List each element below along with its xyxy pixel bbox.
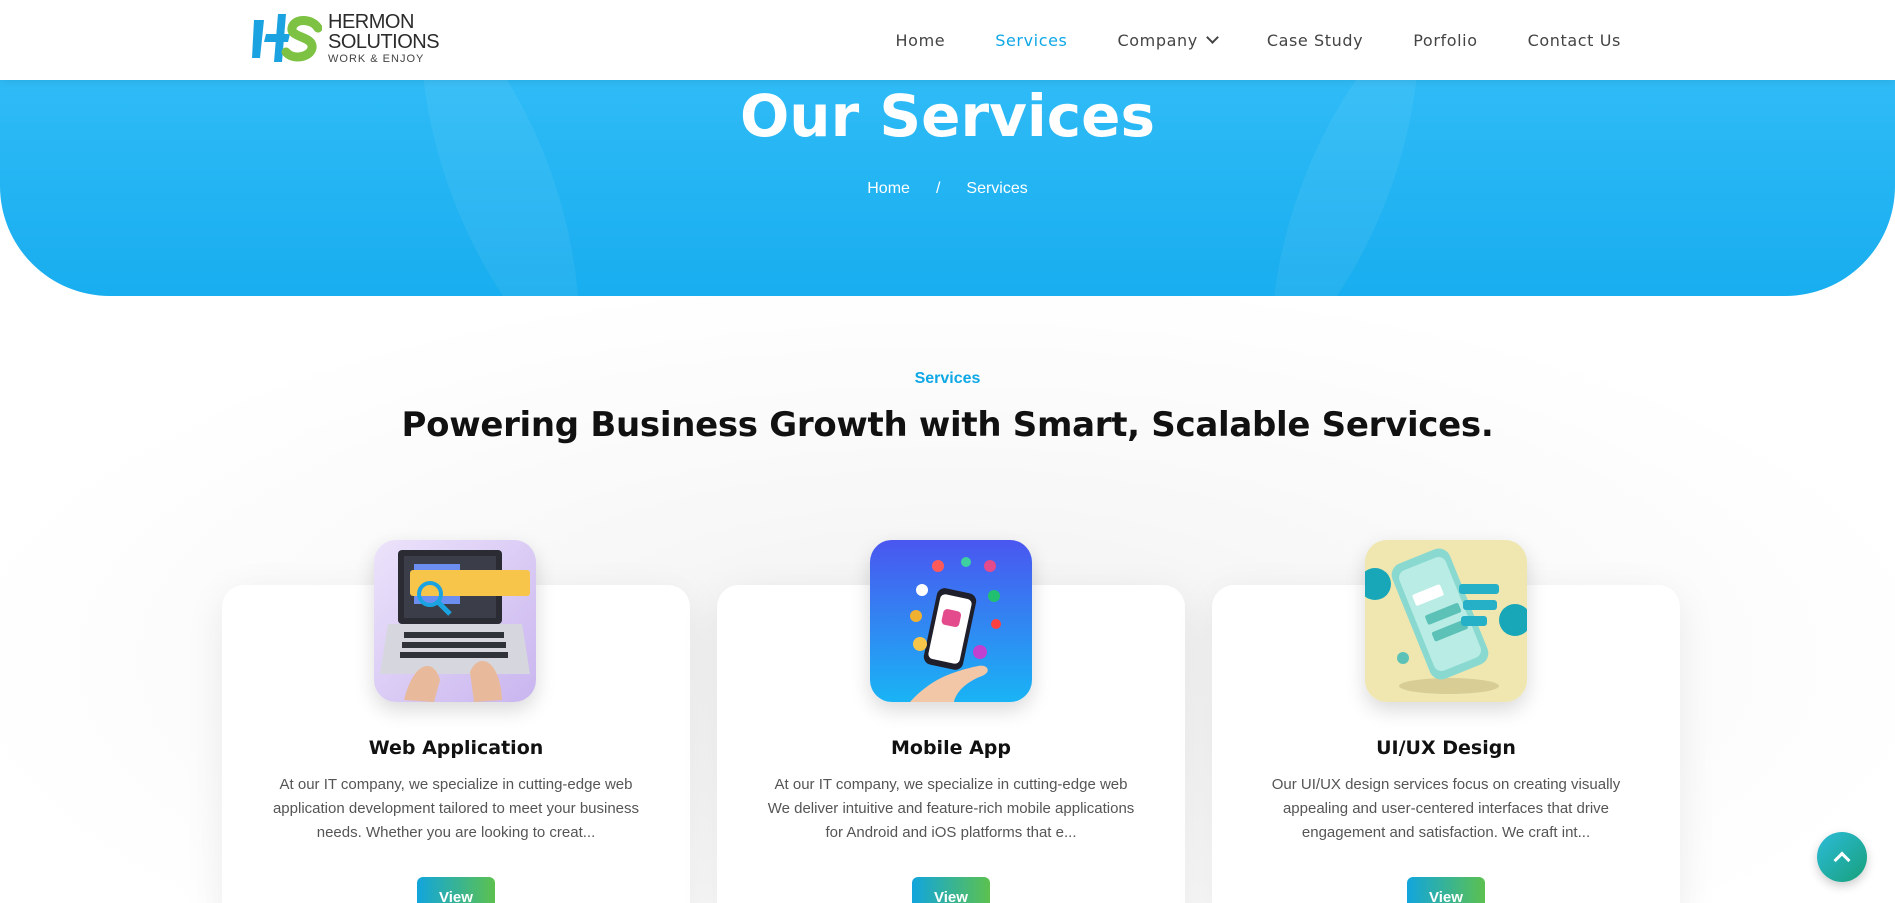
- logo-name-line1: HERMON: [328, 10, 414, 33]
- page-title: Our Services: [739, 82, 1156, 150]
- logo-name-line2: SOLUTIONS: [328, 30, 440, 53]
- breadcrumb-home[interactable]: Home: [867, 180, 910, 198]
- phone-apps-image: [870, 540, 1032, 702]
- chevron-down-icon: [1205, 31, 1219, 44]
- nav-item-contact-us[interactable]: Contact Us: [1528, 31, 1621, 50]
- card-title: Web Application: [368, 737, 544, 759]
- breadcrumb-separator: /: [935, 180, 941, 197]
- card-description: At our IT company, we specialize in cutt…: [767, 776, 1135, 841]
- section-eyebrow: Services: [914, 370, 981, 387]
- nav-item-company-label: Company: [1117, 30, 1198, 50]
- scroll-to-top-button[interactable]: [1817, 832, 1867, 882]
- chevron-up-icon: [1833, 851, 1851, 869]
- logo[interactable]: HERMON SOLUTIONS WORK & ENJOY: [252, 10, 440, 65]
- view-button[interactable]: View: [1407, 877, 1485, 903]
- nav-item-company[interactable]: Company: [1117, 30, 1219, 50]
- uiux-phone-image: [1365, 540, 1527, 702]
- card-title: UI/UX Design: [1376, 737, 1516, 759]
- view-button[interactable]: View: [912, 877, 990, 903]
- breadcrumb-current: Services: [966, 180, 1028, 197]
- nav-item-case-study[interactable]: Case Study: [1267, 31, 1363, 50]
- breadcrumb: Home / Services: [0, 180, 1895, 198]
- site-header: HERMON SOLUTIONS WORK & ENJOY Home Servi…: [0, 0, 1895, 80]
- logo-tagline: WORK & ENJOY: [328, 52, 425, 65]
- nav-item-services[interactable]: Services: [995, 31, 1067, 50]
- view-button[interactable]: View: [417, 877, 495, 903]
- section-title: Powering Business Growth with Smart, Sca…: [401, 405, 1494, 445]
- laptop-image: [374, 540, 536, 702]
- card-description: Our UI/UX design services focus on creat…: [1271, 776, 1621, 841]
- nav-item-portfolio[interactable]: Porfolio: [1413, 31, 1477, 50]
- card-description: At our IT company, we specialize in cutt…: [272, 776, 640, 841]
- nav-item-home[interactable]: Home: [896, 31, 946, 50]
- hermon-logo-icon: [252, 14, 322, 62]
- main-nav: Home Services Company Case Study Porfoli…: [896, 0, 1621, 80]
- logo-text: HERMON SOLUTIONS WORK & ENJOY: [328, 10, 440, 65]
- card-title: Mobile App: [891, 737, 1011, 759]
